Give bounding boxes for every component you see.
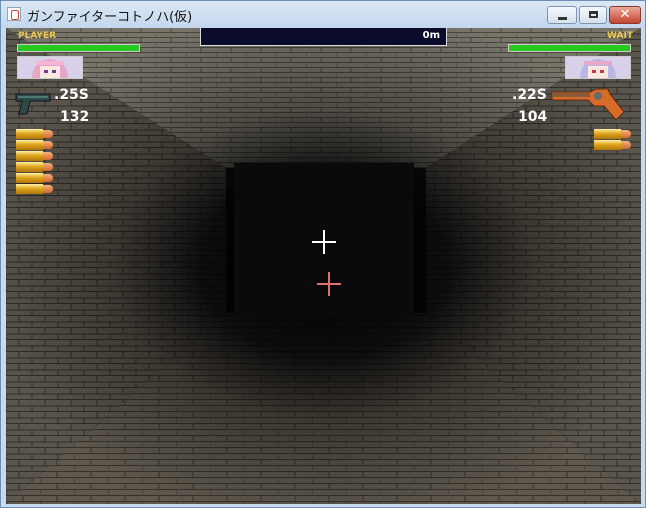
game-viewport[interactable]: PLAYER WAIT 0m .25S 132 .22S 104 (6, 28, 641, 504)
enemy-hp-fill (509, 45, 630, 51)
java-app-icon (7, 7, 21, 21)
player-label: PLAYER (18, 31, 57, 41)
bullet-icon (16, 184, 53, 194)
player-portrait (17, 56, 83, 79)
enemy-hp-bar (508, 44, 631, 52)
bullet-icon (16, 140, 53, 150)
revolver-icon (551, 88, 625, 121)
pistol-icon (15, 93, 51, 115)
close-icon: ✕ (619, 7, 631, 22)
title-bar[interactable]: ガンファイターコトノハ(仮) ✕ (1, 1, 645, 28)
enemy-ammo-count: 104 (518, 109, 548, 125)
enemy-ammo-type: .22S (512, 87, 547, 103)
player-hp-fill (18, 45, 139, 51)
player-crosshair (312, 230, 336, 254)
window-title: ガンファイターコトノハ(仮) (27, 10, 193, 25)
bullet-icon (16, 162, 53, 172)
minimize-icon (558, 17, 567, 20)
bullet-icon (16, 151, 53, 161)
game-window: ガンファイターコトノハ(仮) ✕ PLAYER WAIT 0m .25S 132… (0, 0, 646, 508)
player-ammo-count: 132 (60, 109, 90, 125)
player-avatar-icon (18, 57, 82, 78)
enemy-portrait (565, 56, 631, 79)
distance-display: 0m (200, 28, 447, 46)
enemy-crosshair (317, 272, 341, 296)
maximize-icon (589, 11, 598, 18)
player-hp-bar (17, 44, 140, 52)
player-ammo-type: .25S (54, 87, 89, 103)
player-loaded-rounds (16, 129, 53, 195)
bullet-icon (594, 140, 631, 150)
bullet-icon (594, 129, 631, 139)
minimize-button[interactable] (547, 6, 577, 24)
bullet-icon (16, 129, 53, 139)
distance-value: 0m (422, 30, 440, 41)
bullet-icon (16, 173, 53, 183)
enemy-status-label: WAIT (607, 31, 633, 41)
enemy-loaded-rounds (594, 129, 631, 151)
maximize-button[interactable] (579, 6, 607, 24)
enemy-avatar-icon (566, 57, 630, 78)
close-button[interactable]: ✕ (609, 6, 641, 24)
